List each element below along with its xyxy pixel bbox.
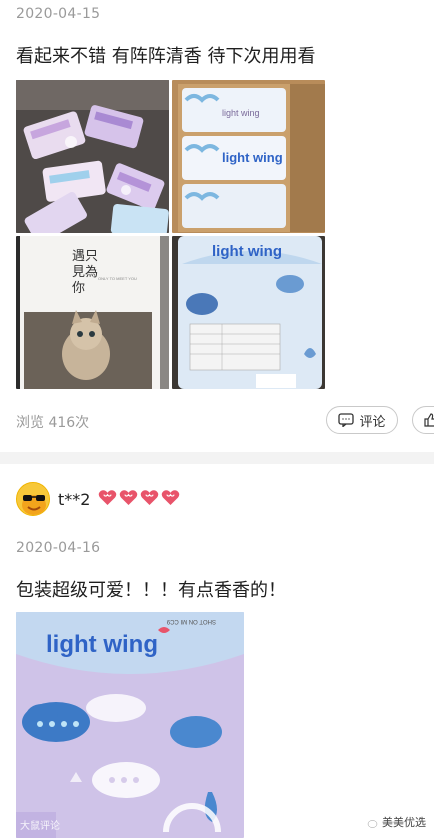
view-count: 浏览 416次	[16, 415, 90, 431]
review-date: 2020-04-15	[16, 6, 101, 22]
svg-text:light wing: light wing	[222, 150, 283, 165]
watermark-text: 美美优选	[382, 816, 426, 829]
review-text: 看起来不错 有阵阵清香 待下次用用看	[16, 46, 316, 67]
user-avatar[interactable]	[16, 482, 50, 516]
heart-icon	[140, 490, 159, 506]
review-photo-2[interactable]: light wing light wing	[172, 80, 325, 233]
review-photo-4[interactable]: light wing	[172, 236, 325, 389]
svg-text:light wing: light wing	[222, 108, 260, 118]
svg-text:遇只: 遇只	[72, 249, 98, 264]
review-photo-3[interactable]: 遇只 見為 你 ONLY TO MEET YOU	[16, 236, 169, 389]
svg-text:light wing: light wing	[212, 243, 282, 260]
svg-text:ONLY TO MEET YOU: ONLY TO MEET YOU	[98, 276, 137, 281]
review-photo-large[interactable]: light wing SHOT ON MI CC9 大鼠评论	[16, 612, 244, 838]
heart-icon	[98, 490, 117, 506]
username: t**2	[58, 490, 91, 509]
watermark-left: 大鼠评论	[20, 821, 60, 832]
thumbs-up-icon	[424, 413, 434, 427]
wechat-icon	[362, 816, 378, 828]
comment-button[interactable]: 评论	[326, 406, 398, 434]
section-divider	[0, 452, 434, 464]
rating-hearts	[98, 489, 180, 506]
comment-icon	[338, 413, 355, 427]
svg-text:你: 你	[72, 281, 85, 296]
heart-icon	[161, 490, 180, 506]
review-date: 2020-04-16	[16, 540, 101, 556]
review-text: 包装超级可爱！！！有点香香的！	[16, 580, 286, 601]
svg-text:見為: 見為	[72, 264, 98, 280]
heart-icon	[119, 490, 138, 506]
watermark: 美美优选	[362, 814, 426, 830]
review-photo-1[interactable]	[16, 80, 169, 233]
svg-text:SHOT ON MI CC9: SHOT ON MI CC9	[166, 618, 216, 624]
comment-button-label: 评论	[359, 414, 386, 430]
like-button[interactable]	[412, 406, 434, 434]
svg-text:light wing: light wing	[46, 631, 158, 658]
